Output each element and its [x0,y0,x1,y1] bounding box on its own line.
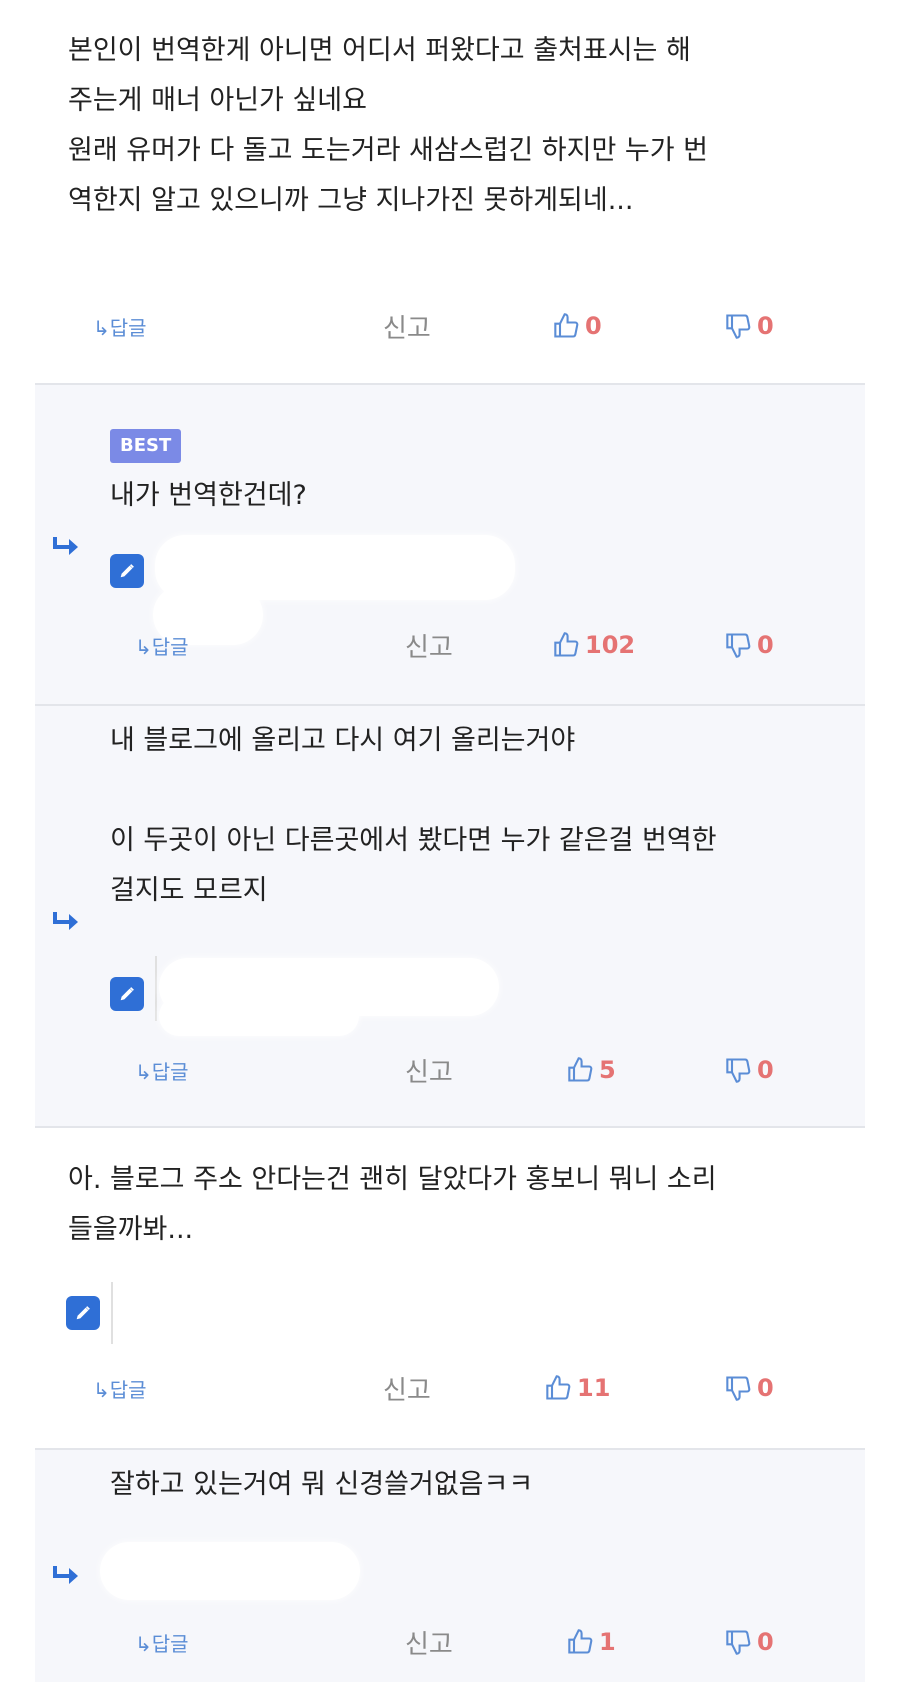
comment-actions: ↳답글 신고 0 0 [35,306,865,346]
comment-actions: ↳답글 신고 1 0 [35,1622,865,1662]
thumbs-up-icon [568,1629,593,1654]
pencil-icon [76,1306,90,1320]
comment-text: 내 블로그에 올리고 다시 여기 올리는거야 이 두곳이 아닌 다른곳에서 봤다… [110,725,717,906]
thumbs-down-icon [726,314,751,339]
reply-button[interactable]: ↳답글 [93,1368,147,1408]
redacted-area [159,996,359,1036]
report-button[interactable]: 신고 [383,1368,431,1408]
like-button[interactable]: 11 [545,1368,610,1408]
edit-button[interactable] [66,1296,100,1330]
like-button[interactable]: 102 [553,625,635,665]
comment-text: 내가 번역한건데? [110,480,307,511]
reply-button[interactable]: ↳답글 [135,625,189,665]
thumbs-down-icon [726,1630,751,1655]
comment-actions: ↳답글 신고 5 0 [35,1050,865,1090]
like-count: 0 [585,312,602,340]
comment-1: 본인이 번역한게 아니면 어디서 퍼왔다고 출처표시는 해 주는게 매너 아닌가… [35,0,865,383]
dislike-count: 0 [757,312,774,340]
comment-actions: ↳답글 신고 11 0 [35,1368,865,1408]
reply-button[interactable]: ↳답글 [135,1050,189,1090]
thumbs-down-icon [726,1376,751,1401]
dislike-count: 0 [757,1374,774,1402]
dislike-button[interactable]: 0 [725,1368,774,1408]
comment-4: 아. 블로그 주소 안다는건 괜히 달았다가 홍보니 뭐니 소리 들을까봐...… [35,1128,865,1448]
report-button[interactable]: 신고 [405,1050,453,1090]
dislike-button[interactable]: 0 [725,306,774,346]
report-button[interactable]: 신고 [383,306,431,346]
thumbs-up-icon [554,632,579,657]
dislike-button[interactable]: 0 [725,1050,774,1090]
report-button[interactable]: 신고 [405,1622,453,1662]
like-count: 11 [577,1374,611,1402]
reply-arrow-icon [53,537,78,555]
redacted-area [100,1542,360,1600]
reply-arrow-icon [53,912,78,930]
comment-3: 내 블로그에 올리고 다시 여기 올리는거야 이 두곳이 아닌 다른곳에서 봤다… [35,706,865,1126]
comment-2: BEST 내가 번역한건데? ↳답글 신고 102 0 [35,385,865,704]
dislike-count: 0 [757,1628,774,1656]
reply-arrow-icon [53,1566,78,1584]
comment-actions: ↳답글 신고 102 0 [35,625,865,665]
like-count: 5 [599,1056,616,1084]
edit-button[interactable] [110,554,144,588]
edit-button[interactable] [110,977,144,1011]
comment-text: 아. 블로그 주소 안다는건 괜히 달았다가 홍보니 뭐니 소리 들을까봐... [68,1164,717,1245]
like-count: 102 [585,631,636,659]
thumbs-down-icon [726,1058,751,1083]
reply-button[interactable]: ↳답글 [135,1622,189,1662]
comment-text: 본인이 번역한게 아니면 어디서 퍼왔다고 출처표시는 해 주는게 매너 아닌가… [68,35,708,216]
comment-5: 잘하고 있는거여 뭐 신경쓸거없음ㅋㅋ ↳답글 신고 1 0 [35,1450,865,1682]
divider-line [155,956,157,1021]
pencil-icon [120,987,134,1001]
like-button[interactable]: 1 [567,1622,616,1662]
pencil-icon [120,564,134,578]
best-badge: BEST [110,429,182,463]
thumbs-up-icon [554,313,579,338]
dislike-button[interactable]: 0 [725,625,774,665]
dislike-count: 0 [757,631,774,659]
thumbs-up-icon [546,1375,571,1400]
thumbs-up-icon [568,1057,593,1082]
reply-button[interactable]: ↳답글 [93,306,147,346]
dislike-button[interactable]: 0 [725,1622,774,1662]
dislike-count: 0 [757,1056,774,1084]
divider-line [111,1282,113,1344]
like-button[interactable]: 5 [567,1050,616,1090]
comment-text: 잘하고 있는거여 뭐 신경쓸거없음ㅋㅋ [110,1469,534,1500]
like-count: 1 [599,1628,616,1656]
thumbs-down-icon [726,633,751,658]
report-button[interactable]: 신고 [405,625,453,665]
like-button[interactable]: 0 [553,306,602,346]
